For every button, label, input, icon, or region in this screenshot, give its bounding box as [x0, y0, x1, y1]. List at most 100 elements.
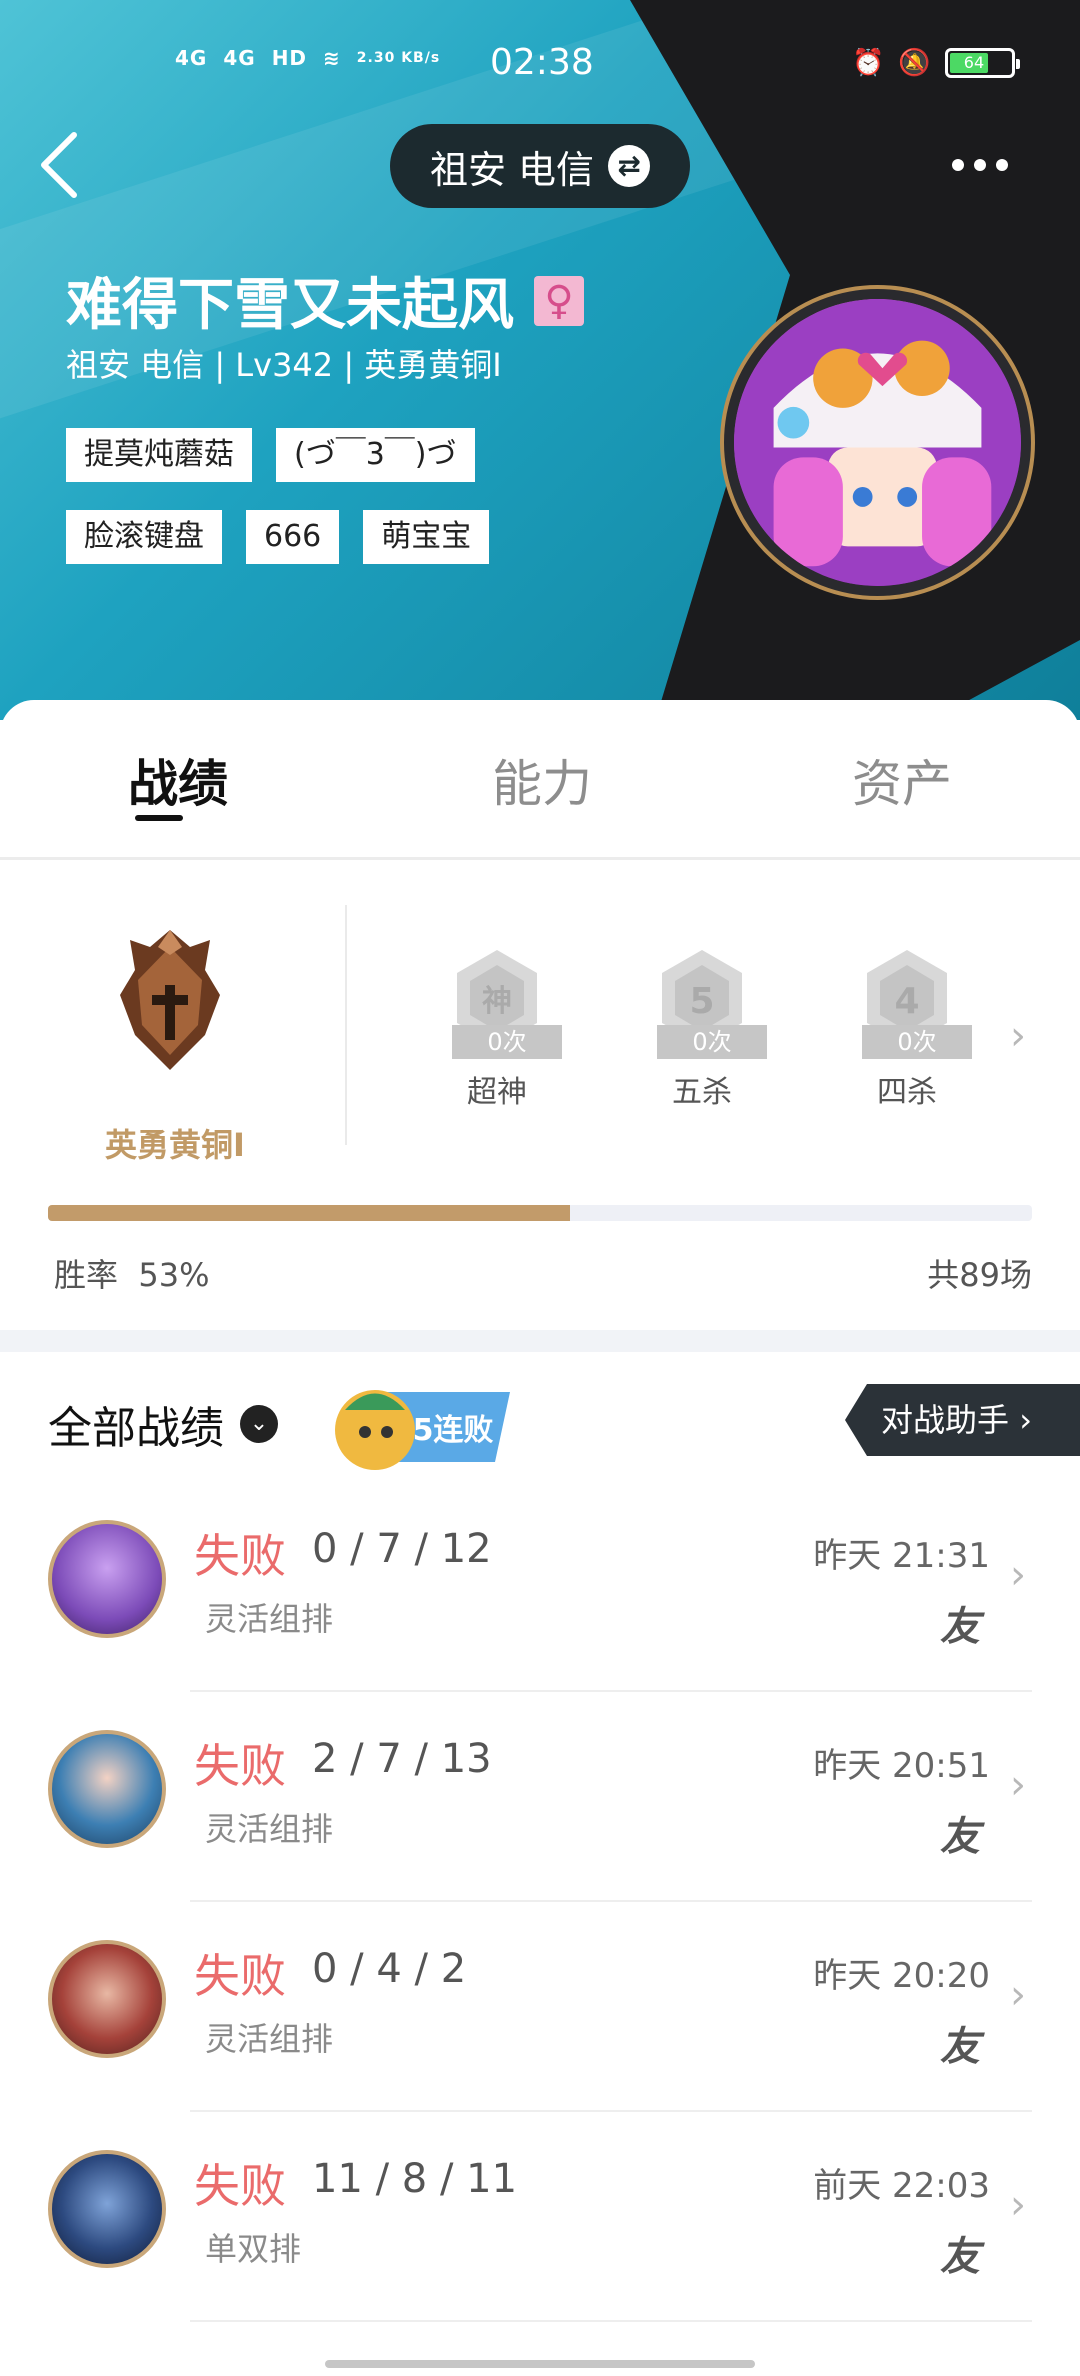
profile-tag[interactable]: 666 — [246, 510, 340, 564]
match-result: 失败 — [194, 1739, 286, 1793]
rank-divider — [345, 905, 347, 1145]
profile-subinfo: 祖安 电信 | Lv342 | 英勇黄铜I — [66, 346, 502, 384]
status-bar: 4G 4G HD ≋ 2.30 KB/s 02:38 ⏰ 🔕 64 — [0, 40, 1080, 90]
match-mode: 单双排 — [205, 2230, 302, 2268]
chevron-right-icon[interactable]: › — [1010, 1013, 1026, 1059]
friend-tag: 友 — [940, 2024, 980, 2070]
match-result: 失败 — [194, 1529, 286, 1583]
home-indicator[interactable] — [325, 2360, 755, 2368]
streak-badge-text: 5连败 — [413, 1413, 494, 1448]
win-rate-value: 53% — [138, 1256, 210, 1294]
match-result: 失败 — [194, 1949, 286, 2003]
wifi-icon: ≋ — [323, 46, 341, 70]
match-kda: 11 / 8 / 11 — [312, 2156, 518, 2202]
champion-avatar — [48, 1940, 166, 2058]
badge-glyph: 神 — [482, 984, 512, 1019]
match-row[interactable]: 失败 11 / 8 / 11 单双排 前天 22:03 友 › — [0, 2112, 1080, 2322]
region-switch-button[interactable]: 祖安 电信 ⇄ — [390, 124, 690, 208]
badge-count: 0次 — [657, 1025, 767, 1059]
profile-tag[interactable]: 萌宝宝 — [363, 510, 490, 564]
main-card: 战绩 能力 资产 英勇黄铜I 神 0次 超神 5 0次 五杀 4 0次 四杀 ›… — [0, 700, 1080, 2376]
friend-tag: 友 — [940, 1814, 980, 1860]
more-dot — [974, 159, 986, 171]
match-time: 前天 22:03 — [813, 2166, 990, 2206]
win-rate-label: 胜率 — [54, 1256, 119, 1294]
losing-streak-badge: 5连败 — [325, 1382, 510, 1472]
battery-level: 64 — [949, 53, 989, 73]
match-row[interactable]: 失败 0 / 7 / 12 灵活组排 昨天 21:31 友 › — [0, 1482, 1080, 1692]
chevron-left-icon — [41, 132, 77, 198]
friend-tag: 友 — [940, 2234, 980, 2280]
profile-tag[interactable]: 提莫炖蘑菇 — [66, 428, 252, 482]
female-gender-icon: ♀ — [534, 275, 584, 326]
match-mode: 灵活组排 — [205, 1810, 334, 1848]
tag-row: 脸滚键盘 666 萌宝宝 — [66, 510, 490, 564]
avatar-image — [734, 299, 1021, 586]
tab-record[interactable]: 战绩 — [128, 744, 228, 816]
profile-avatar[interactable] — [720, 285, 1035, 600]
match-time: 昨天 21:31 — [813, 1536, 990, 1576]
chevron-right-icon: › — [1010, 2182, 1026, 2228]
more-dot — [996, 159, 1008, 171]
champion-avatar — [48, 1520, 166, 1638]
match-mode: 灵活组排 — [205, 2020, 334, 2058]
win-rate: 胜率 53% — [54, 1250, 209, 1296]
match-kda: 2 / 7 / 13 — [312, 1736, 492, 1782]
status-right: ⏰ 🔕 64 — [852, 48, 1020, 78]
more-dots-icon — [952, 159, 964, 171]
match-list-header: 全部战绩 ⌄ 5连败 对战助手 › — [0, 1352, 1080, 1482]
match-time: 昨天 20:51 — [813, 1746, 990, 1786]
hd-indicator: HD — [271, 46, 308, 70]
match-row[interactable]: 失败 2 / 7 / 13 灵活组排 昨天 20:51 友 › — [0, 1692, 1080, 1902]
legendary-badge-icon: 神 0次 — [442, 945, 562, 1059]
match-filter-dropdown[interactable]: 全部战绩 ⌄ — [48, 1392, 278, 1456]
avatar-illustration — [734, 299, 1021, 586]
row-divider — [190, 2320, 1032, 2322]
status-time: 02:38 — [490, 42, 594, 83]
profile-tag[interactable]: 脸滚键盘 — [66, 510, 222, 564]
profile-tag[interactable]: (づ￣3￣)づ — [276, 428, 475, 482]
alarm-icon: ⏰ — [852, 48, 885, 78]
badge-glyph: 4 — [894, 981, 919, 1022]
match-kda: 0 / 4 / 2 — [312, 1946, 467, 1992]
status-left: 4G 4G HD ≋ 2.30 KB/s — [175, 46, 440, 70]
friend-tag: 友 — [940, 1604, 980, 1650]
tag-row: 提莫炖蘑菇 (づ￣3￣)づ — [66, 428, 489, 482]
chevron-right-icon: › — [1010, 1552, 1026, 1598]
signal-1: 4G — [175, 46, 208, 70]
badge-count: 0次 — [452, 1025, 562, 1059]
battle-assistant-button[interactable]: 对战助手 › — [845, 1384, 1080, 1456]
match-row[interactable]: 失败 0 / 4 / 2 灵活组排 昨天 20:20 友 › — [0, 1902, 1080, 2112]
match-filter-label: 全部战绩 — [48, 1403, 224, 1454]
chevron-down-icon: ⌄ — [240, 1405, 278, 1443]
chevron-right-icon: › — [1010, 1762, 1026, 1808]
badge-glyph: 5 — [689, 981, 714, 1022]
net-speed: 2.30 KB/s — [356, 50, 441, 66]
badge-label: 五杀 — [672, 1075, 732, 1110]
champion-avatar — [48, 2150, 166, 2268]
match-result: 失败 — [194, 2159, 286, 2213]
swap-icon: ⇄ — [608, 145, 651, 187]
back-button[interactable] — [30, 125, 90, 205]
section-separator — [0, 1330, 1080, 1352]
more-button[interactable] — [940, 145, 1020, 185]
win-rate-progress — [48, 1205, 1032, 1221]
rank-section[interactable]: 英勇黄铜I 神 0次 超神 5 0次 五杀 4 0次 四杀 › 胜率 53% 共… — [0, 865, 1080, 1320]
tab-assets[interactable]: 资产 — [852, 744, 952, 816]
match-mode: 灵活组排 — [205, 1600, 334, 1638]
tab-ability[interactable]: 能力 — [492, 744, 592, 816]
bronze-rank-emblem-icon — [110, 925, 230, 1075]
win-rate-bar — [48, 1205, 570, 1221]
badge-label: 四杀 — [877, 1075, 937, 1110]
match-time: 昨天 20:20 — [813, 1956, 990, 1996]
match-kda: 0 / 7 / 12 — [312, 1526, 492, 1572]
badge-label: 超神 — [467, 1075, 527, 1110]
badge-count: 0次 — [862, 1025, 972, 1059]
quadrakill-badge-icon: 4 0次 — [852, 945, 972, 1059]
rank-name: 英勇黄铜I — [105, 1126, 245, 1164]
pentakill-badge-icon: 5 0次 — [647, 945, 767, 1059]
mute-icon: 🔕 — [898, 48, 931, 78]
profile-name: 难得下雪又未起风 — [66, 273, 514, 338]
profile-header: 4G 4G HD ≋ 2.30 KB/s 02:38 ⏰ 🔕 64 祖安 电信 … — [0, 0, 1080, 720]
signal-2: 4G — [223, 46, 256, 70]
